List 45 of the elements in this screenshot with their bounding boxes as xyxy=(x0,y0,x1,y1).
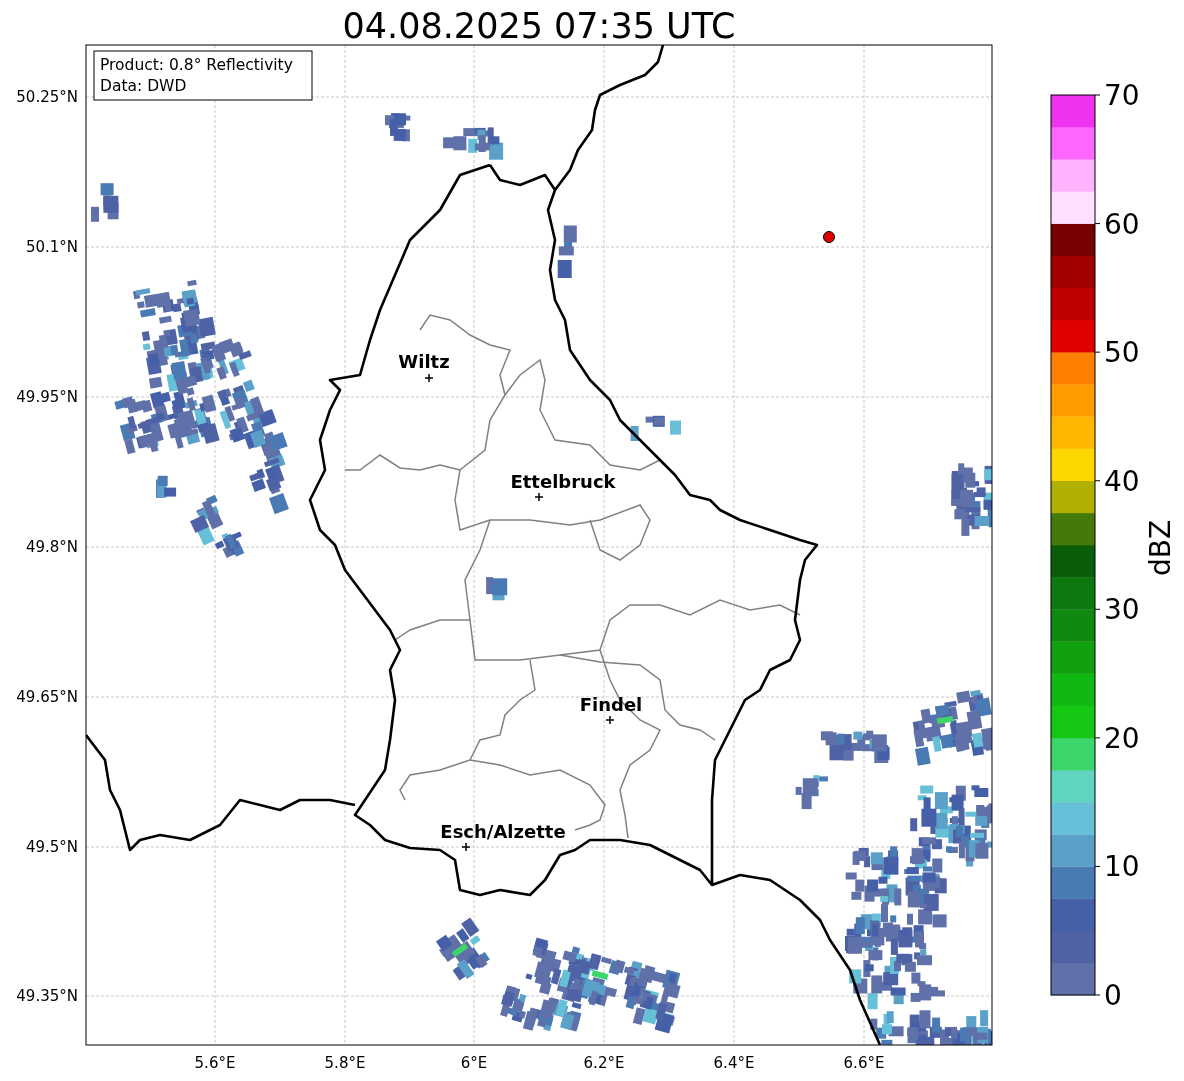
latitude-label: 50.1°N xyxy=(25,238,78,256)
longitude-label: 6°E xyxy=(460,1054,488,1072)
latitude-label: 49.95°N xyxy=(16,388,78,406)
city-label: Wiltz xyxy=(398,351,450,372)
longitude-label: 6.4°E xyxy=(713,1054,755,1072)
radar-echo xyxy=(435,917,490,981)
location-marker xyxy=(823,231,835,243)
latitude-label: 49.65°N xyxy=(16,688,78,706)
latitude-label: 49.8°N xyxy=(25,538,78,556)
city-marker-icon xyxy=(424,373,434,383)
radar-echo xyxy=(443,127,504,160)
radar-echo xyxy=(630,415,681,441)
longitude-label: 6.6°E xyxy=(843,1054,885,1072)
radar-echo xyxy=(385,113,411,142)
colorbar-tick-label: 0 xyxy=(1104,979,1122,1012)
info-text: Data: DWD xyxy=(100,77,187,95)
colorbar-tick-label: 70 xyxy=(1104,79,1140,112)
colorbar-tick-label: 60 xyxy=(1104,207,1140,241)
radar-echo xyxy=(156,475,177,498)
radar-echo xyxy=(486,577,508,601)
city-marker-icon xyxy=(605,715,615,725)
latitude-label: 49.5°N xyxy=(25,838,78,856)
city-label: Esch/Alzette xyxy=(440,821,566,842)
radar-echo xyxy=(190,494,245,559)
radar-echo xyxy=(820,730,890,763)
colorbar-tick-label: 50 xyxy=(1104,336,1140,370)
colorbar-tick-label: 40 xyxy=(1104,464,1140,498)
colorbar-title: dBZ xyxy=(1144,519,1177,577)
city-marker-icon xyxy=(534,492,544,502)
radar-echo xyxy=(795,775,828,810)
colorbar-tick-label: 30 xyxy=(1104,593,1140,627)
city-marker-icon xyxy=(461,842,471,852)
radar-echo xyxy=(557,225,577,278)
city-label: Findel xyxy=(579,694,643,715)
latitude-label: 49.35°N xyxy=(16,987,78,1005)
chart-title: 04.08.2025 07:35 UTC xyxy=(342,6,736,46)
longitude-label: 5.6°E xyxy=(194,1054,236,1072)
city-label: Ettelbruck xyxy=(510,471,616,492)
colorbar-tick-label: 20 xyxy=(1104,721,1140,755)
latitude-label: 50.25°N xyxy=(16,88,78,106)
radar-echo xyxy=(91,183,119,222)
colorbar-tick-label: 10 xyxy=(1104,850,1140,884)
longitude-label: 6.2°E xyxy=(583,1054,625,1072)
longitude-label: 5.8°E xyxy=(324,1054,366,1072)
info-text: Product: 0.8° Reflectivity xyxy=(100,56,293,74)
